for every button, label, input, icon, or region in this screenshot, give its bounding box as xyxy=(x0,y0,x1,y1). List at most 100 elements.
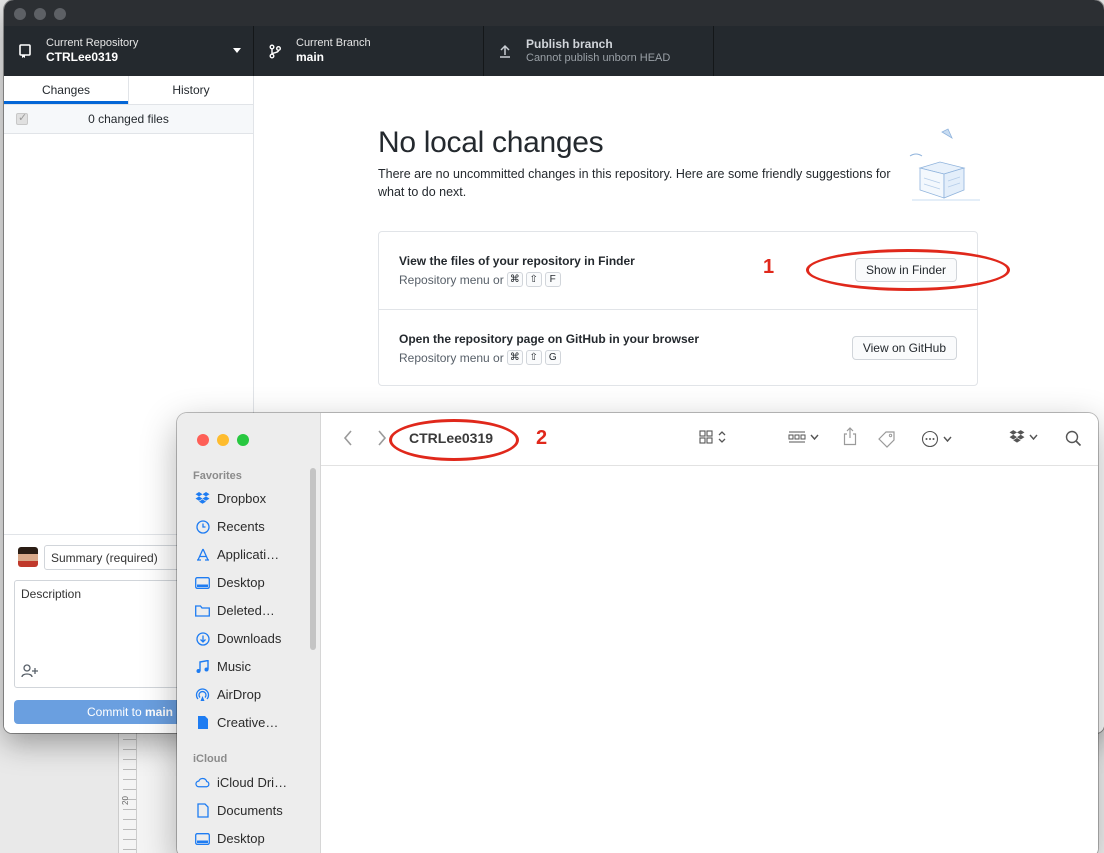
close-window-button[interactable] xyxy=(14,8,26,20)
hint-text: Repository menu or xyxy=(399,272,504,287)
empty-repository-illustration-icon xyxy=(909,128,980,201)
sidebar-item-deleted[interactable]: Deleted… xyxy=(195,603,275,618)
finder-content-area[interactable] xyxy=(321,467,1098,853)
current-repository-button[interactable]: Current Repository CTRLee0319 xyxy=(4,26,254,76)
tags-button[interactable] xyxy=(877,430,897,448)
cloud-icon xyxy=(195,775,210,790)
chevron-down-icon xyxy=(810,434,819,441)
sidebar-item-creative[interactable]: Creative… xyxy=(195,715,278,730)
minimize-window-button[interactable] xyxy=(217,434,229,446)
sidebar-item-icloud-desktop[interactable]: Desktop xyxy=(195,831,265,846)
sidebar-tabs: Changes History xyxy=(4,76,253,105)
view-on-github-button[interactable]: View on GitHub xyxy=(851,336,957,360)
sidebar-item-label: Downloads xyxy=(217,631,282,646)
changed-files-header: 0 changed files xyxy=(4,105,253,134)
icloud-heading: iCloud xyxy=(193,753,228,765)
publish-branch-title: Publish branch xyxy=(526,37,613,51)
finder-sidebar: Favorites Dropbox Recents Applicati… Des… xyxy=(177,413,321,853)
sidebar-item-label: Music xyxy=(217,659,251,674)
minimize-window-button[interactable] xyxy=(34,8,46,20)
sidebar-item-desktop[interactable]: Desktop xyxy=(195,575,265,590)
repository-text: Current Repository CTRLee0319 xyxy=(46,37,138,65)
sidebar-item-icloud-drive[interactable]: iCloud Dri… xyxy=(195,775,287,790)
sidebar-item-applications[interactable]: Applicati… xyxy=(195,547,279,562)
airdrop-icon xyxy=(195,687,210,702)
title-bar xyxy=(4,0,1104,26)
annotation-oval-2 xyxy=(389,419,519,461)
sidebar-item-label: Applicati… xyxy=(217,547,280,562)
tab-changes[interactable]: Changes xyxy=(4,76,128,104)
document-icon xyxy=(195,803,210,818)
hint-text: Repository menu or xyxy=(399,350,504,365)
chevron-down-icon xyxy=(943,436,952,443)
upload-icon xyxy=(496,42,514,60)
chevron-left-icon xyxy=(343,430,352,446)
music-icon xyxy=(195,659,210,674)
sidebar-item-label: iCloud Dri… xyxy=(217,775,288,790)
ruler xyxy=(123,730,137,853)
page-subtitle: There are no uncommitted changes in this… xyxy=(378,167,891,199)
sidebar-item-documents[interactable]: Documents xyxy=(195,803,283,818)
current-branch-button[interactable]: Current Branch main xyxy=(254,26,484,76)
ellipsis-icon xyxy=(921,430,939,448)
chevron-down-icon xyxy=(233,48,241,53)
window-controls xyxy=(14,8,66,20)
group-button[interactable] xyxy=(788,430,819,444)
sidebar-item-label: Desktop xyxy=(217,831,265,846)
folder-icon xyxy=(195,603,210,618)
tab-history[interactable]: History xyxy=(128,76,253,104)
branch-text: Current Branch main xyxy=(296,37,371,65)
more-actions-button[interactable] xyxy=(921,430,952,448)
letter-key: F xyxy=(544,272,561,287)
publish-branch-subtitle: Cannot publish unborn HEAD xyxy=(526,52,671,64)
current-repository-label: Current Repository xyxy=(46,37,139,49)
sidebar-item-label: Documents xyxy=(217,803,283,818)
sidebar-item-airdrop[interactable]: AirDrop xyxy=(195,687,261,702)
zoom-window-button[interactable] xyxy=(54,8,66,20)
sidebar-scrollbar[interactable] xyxy=(310,468,316,650)
grid-icon xyxy=(699,430,713,444)
close-window-button[interactable] xyxy=(197,434,209,446)
sidebar-item-downloads[interactable]: Downloads xyxy=(195,631,281,646)
publish-text: Publish branch Cannot publish unborn HEA… xyxy=(526,37,670,65)
search-button[interactable] xyxy=(1065,430,1082,447)
tag-icon xyxy=(878,431,895,448)
desktop-icon xyxy=(195,831,210,846)
sidebar-item-label: Dropbox xyxy=(217,491,267,506)
select-all-checkbox[interactable] xyxy=(16,111,28,125)
add-coauthor-icon[interactable] xyxy=(21,664,39,681)
dropbox-icon xyxy=(1009,430,1025,443)
letter-key: G xyxy=(544,350,561,365)
applications-icon xyxy=(195,547,210,562)
dropbox-menu-button[interactable] xyxy=(1009,430,1038,444)
description-placeholder: Description xyxy=(21,587,82,601)
commit-button-branch: main xyxy=(145,705,174,719)
zoom-window-button[interactable] xyxy=(237,434,249,446)
search-icon xyxy=(1065,430,1082,447)
command-key: ⌘ xyxy=(506,272,523,287)
group-icon xyxy=(788,431,806,443)
sidebar-item-label: Deleted… xyxy=(217,603,275,618)
annotation-number-2: 2 xyxy=(536,427,548,449)
sidebar-item-recents[interactable]: Recents xyxy=(195,519,265,534)
page-title: No local changes xyxy=(378,126,604,159)
finder-window: Favorites Dropbox Recents Applicati… Des… xyxy=(177,413,1098,853)
forward-button[interactable] xyxy=(377,430,387,446)
shift-key: ⇧ xyxy=(525,272,542,287)
sidebar-item-label: Desktop xyxy=(217,575,265,590)
sidebar-item-music[interactable]: Music xyxy=(195,659,251,674)
repository-icon xyxy=(16,42,34,60)
chevron-right-icon xyxy=(378,430,387,446)
view-mode-button[interactable] xyxy=(699,430,727,444)
share-button[interactable] xyxy=(843,427,857,446)
back-button[interactable] xyxy=(343,430,353,446)
clock-icon xyxy=(195,519,210,534)
chevron-down-icon xyxy=(1029,434,1038,441)
annotation-oval-1 xyxy=(806,249,1010,291)
publish-branch-button[interactable]: Publish branch Cannot publish unborn HEA… xyxy=(484,26,714,76)
avatar xyxy=(18,547,38,567)
sidebar-item-dropbox[interactable]: Dropbox xyxy=(195,491,266,506)
suggestion-view-on-github: Open the repository page on GitHub in yo… xyxy=(379,309,977,386)
current-repository-name: CTRLee0319 xyxy=(46,50,119,64)
dropbox-icon xyxy=(195,491,210,506)
